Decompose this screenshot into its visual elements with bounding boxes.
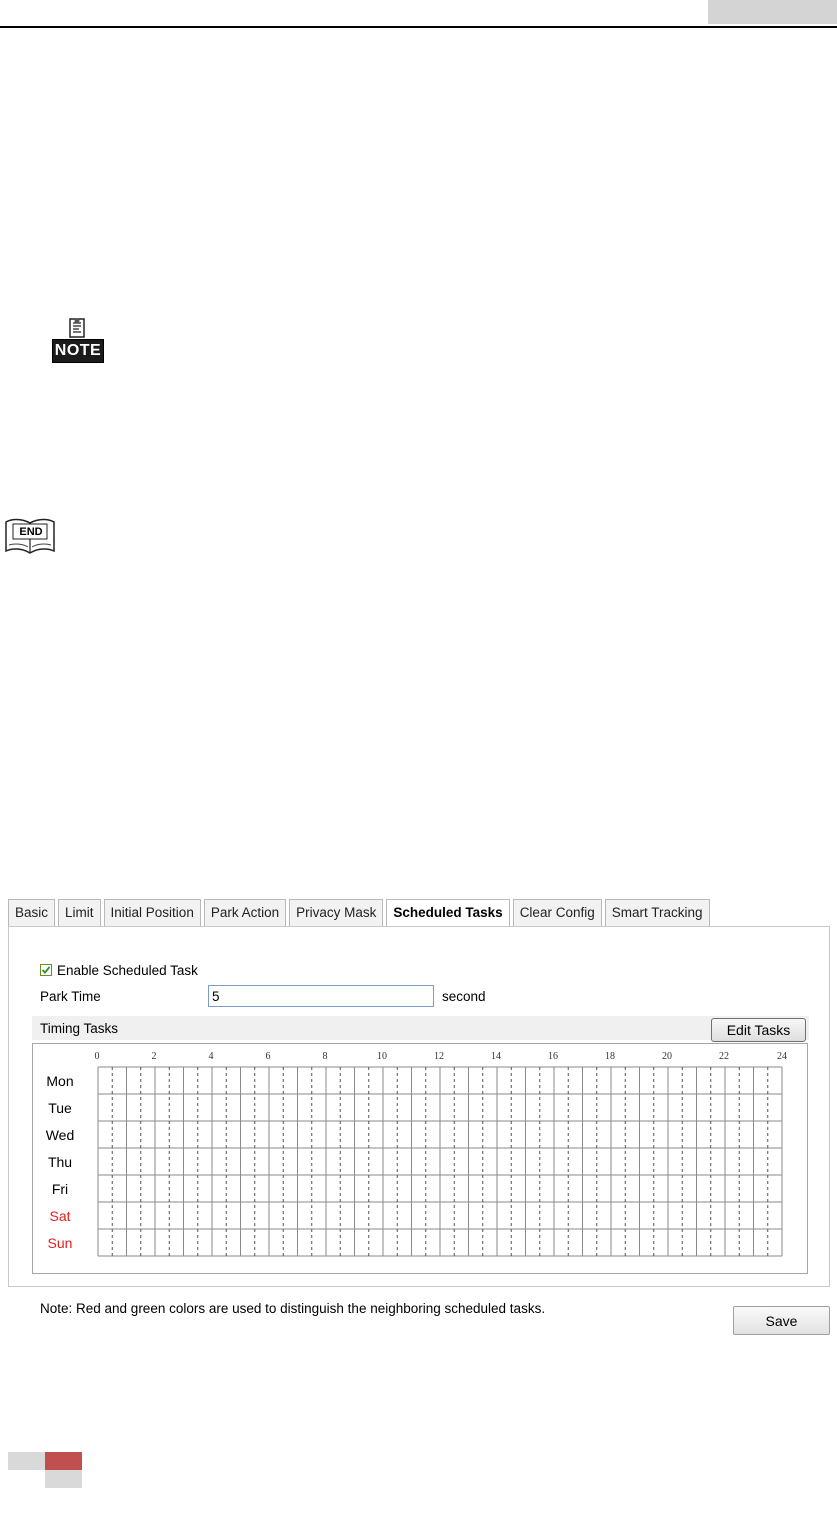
- config-tabs: Basic Limit Initial Position Park Action…: [8, 899, 713, 928]
- save-button[interactable]: Save: [733, 1306, 830, 1335]
- footer-block: [45, 1470, 82, 1488]
- tab-initial-position[interactable]: Initial Position: [103, 899, 201, 926]
- footer-accent-block: [45, 1452, 82, 1470]
- tab-scheduled-tasks[interactable]: Scheduled Tasks: [386, 899, 510, 928]
- note-text: Note: Red and green colors are used to d…: [40, 1301, 546, 1316]
- day-label-tue: Tue: [48, 1100, 72, 1116]
- end-label: END: [19, 526, 43, 538]
- day-label-sat: Sat: [49, 1208, 71, 1224]
- hour-label: 8: [322, 1051, 328, 1062]
- enable-scheduled-task-label: Enable Scheduled Task: [57, 962, 198, 978]
- hour-label: 22: [719, 1051, 729, 1062]
- timing-tasks-bar: Timing Tasks: [32, 1016, 809, 1040]
- hour-label: 2: [151, 1051, 157, 1062]
- schedule-grid[interactable]: [97, 1066, 783, 1258]
- hour-label: 12: [434, 1051, 444, 1062]
- tab-clear-config[interactable]: Clear Config: [512, 899, 602, 926]
- hour-label: 20: [662, 1051, 672, 1062]
- enable-scheduled-task-row: Enable Scheduled Task: [40, 962, 198, 978]
- hour-label: 14: [491, 1051, 501, 1062]
- park-time-input[interactable]: [208, 985, 434, 1007]
- header-rule: [0, 26, 837, 28]
- tab-basic[interactable]: Basic: [8, 899, 56, 926]
- header-tab-block: [708, 0, 837, 24]
- hour-label: 4: [208, 1051, 214, 1062]
- day-label-thu: Thu: [47, 1154, 73, 1170]
- park-time-unit: second: [442, 989, 486, 1004]
- hour-label: 24: [777, 1051, 787, 1062]
- note-icon: NOTE: [52, 318, 104, 364]
- park-time-label: Park Time: [40, 989, 101, 1004]
- footer-block: [8, 1452, 45, 1470]
- tab-limit[interactable]: Limit: [58, 899, 101, 926]
- hour-label: 16: [548, 1051, 558, 1062]
- day-label-fri: Fri: [51, 1181, 69, 1197]
- day-label-mon: Mon: [46, 1073, 74, 1089]
- day-label-sun: Sun: [47, 1235, 73, 1251]
- tab-smart-tracking[interactable]: Smart Tracking: [604, 899, 710, 926]
- edit-tasks-button[interactable]: Edit Tasks: [711, 1018, 806, 1042]
- hour-label: 0: [94, 1051, 100, 1062]
- tab-privacy-mask[interactable]: Privacy Mask: [289, 899, 384, 926]
- end-icon: END: [3, 515, 57, 555]
- hour-label: 18: [605, 1051, 615, 1062]
- tab-park-action[interactable]: Park Action: [203, 899, 287, 926]
- hour-label: 6: [265, 1051, 271, 1062]
- hour-label: 10: [377, 1051, 387, 1062]
- timing-tasks-label: Timing Tasks: [40, 1021, 119, 1036]
- day-label-wed: Wed: [45, 1127, 75, 1143]
- enable-scheduled-task-checkbox[interactable]: [40, 964, 52, 976]
- checkmark-icon: [41, 966, 51, 974]
